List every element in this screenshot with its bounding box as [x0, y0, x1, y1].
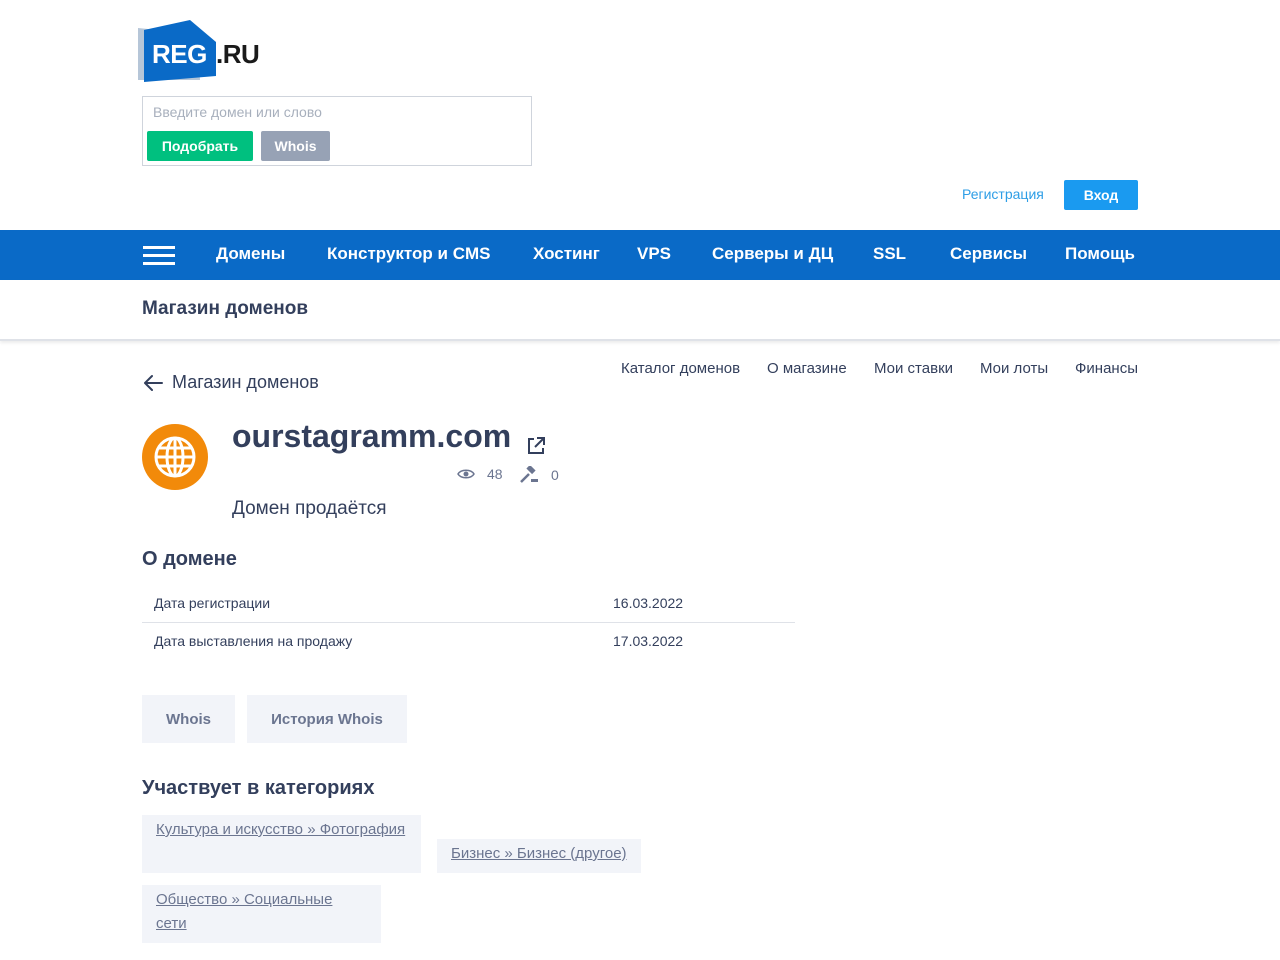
- main-navbar: Домены Конструктор и CMS Хостинг VPS Сер…: [0, 230, 1280, 280]
- nav-item-ssl[interactable]: SSL: [873, 244, 906, 264]
- nav-item-services[interactable]: Сервисы: [950, 244, 1027, 264]
- arrow-left-icon: [144, 374, 163, 391]
- nav-item-help[interactable]: Помощь: [1065, 244, 1135, 264]
- listing-date-label: Дата выставления на продажу: [154, 633, 353, 649]
- pick-domain-button[interactable]: Подобрать: [147, 131, 253, 161]
- bids-count: 0: [551, 467, 559, 483]
- globe-icon: [142, 424, 208, 490]
- back-link[interactable]: Магазин доменов: [142, 372, 319, 393]
- registration-date-value: 16.03.2022: [613, 595, 684, 611]
- views-count: 48: [487, 466, 503, 482]
- about-domain-title: О домене: [142, 548, 237, 570]
- subnav-my-lots[interactable]: Мои лоты: [980, 360, 1048, 377]
- nav-item-builder-cms[interactable]: Конструктор и CMS: [327, 244, 490, 264]
- registration-date-label: Дата регистрации: [154, 595, 271, 611]
- whois-button[interactable]: Whois: [142, 695, 235, 743]
- nav-item-domains[interactable]: Домены: [216, 244, 285, 264]
- whois-history-button[interactable]: История Whois: [247, 695, 407, 743]
- subnav-finance[interactable]: Финансы: [1075, 360, 1138, 377]
- category-chip-business[interactable]: Бизнес » Бизнес (другое): [437, 839, 641, 873]
- category-chip-photography[interactable]: Культура и искусство » Фотография: [142, 815, 421, 873]
- table-row: Дата регистрации 16.03.2022: [142, 585, 795, 622]
- logo-text: REG: [152, 39, 207, 69]
- whois-search-button[interactable]: Whois: [261, 131, 330, 161]
- subnav-about-shop[interactable]: О магазине: [767, 360, 847, 377]
- domain-search-input[interactable]: [153, 102, 523, 122]
- section-header: Магазин доменов: [0, 280, 1280, 341]
- table-row: Дата выставления на продажу 17.03.2022: [142, 622, 795, 659]
- nav-item-servers[interactable]: Серверы и ДЦ: [712, 244, 833, 264]
- login-button[interactable]: Вход: [1064, 180, 1138, 210]
- categories-title: Участвует в категориях: [142, 777, 375, 799]
- category-chip-social-networks[interactable]: Общество » Социальные сети: [142, 885, 381, 943]
- eye-icon: [457, 469, 475, 479]
- sale-status: Домен продаётся: [232, 498, 387, 519]
- gavel-icon: [520, 466, 538, 483]
- domain-search-box: Подобрать Whois: [142, 96, 532, 166]
- menu-icon[interactable]: [143, 246, 175, 266]
- section-title: Магазин доменов: [142, 298, 309, 319]
- external-link-icon[interactable]: [526, 436, 546, 456]
- bids-counter: 0: [519, 466, 559, 484]
- subnav-catalog[interactable]: Каталог доменов: [621, 360, 740, 377]
- domain-info-table: Дата регистрации 16.03.2022 Дата выставл…: [142, 585, 795, 659]
- subnav-my-bids[interactable]: Мои ставки: [874, 360, 953, 377]
- views-counter: 48: [457, 466, 503, 482]
- nav-item-vps[interactable]: VPS: [637, 244, 671, 264]
- nav-item-hosting[interactable]: Хостинг: [533, 244, 600, 264]
- domain-name: ourstagramm.com: [232, 418, 512, 454]
- logo[interactable]: REG .RU: [138, 20, 268, 82]
- logo-suffix: .RU: [216, 39, 260, 69]
- listing-date-value: 17.03.2022: [613, 633, 684, 649]
- register-link[interactable]: Регистрация: [962, 186, 1044, 202]
- back-link-label: Магазин доменов: [172, 372, 319, 392]
